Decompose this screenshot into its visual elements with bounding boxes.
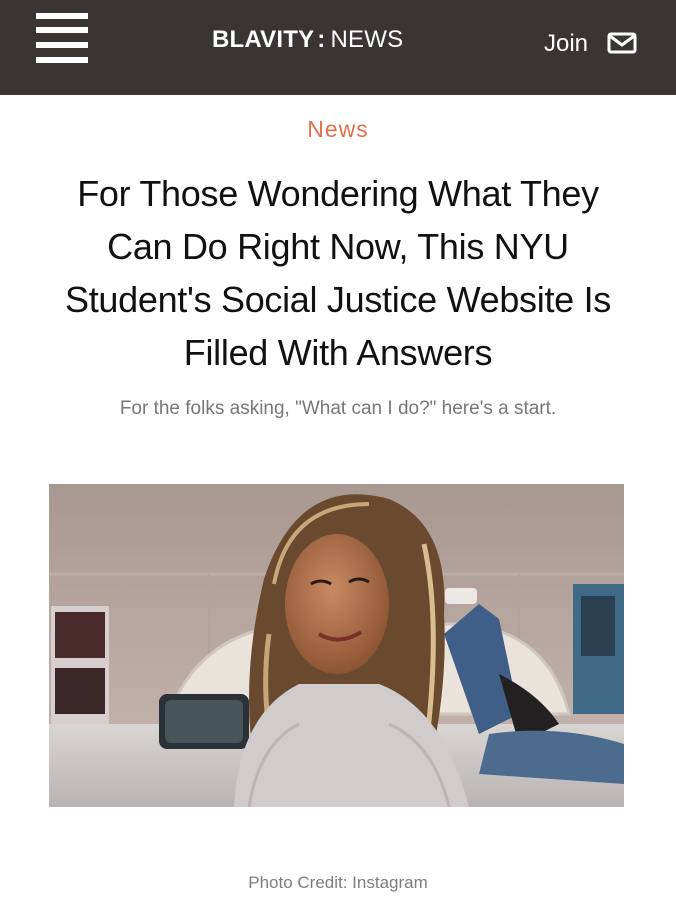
hero-photo-illustration [49,484,624,807]
article-category[interactable]: News [0,114,676,144]
logo-section: NEWS [330,26,404,53]
logo-brand: BLAVITY [212,26,315,53]
envelope-icon [607,32,637,54]
menu-bar-line [36,27,88,33]
article-hero-photo [49,484,624,807]
top-navigation-bar: BLAVITY: NEWS Join [0,0,676,95]
logo-separator: : [317,26,326,53]
hamburger-menu-icon[interactable] [36,12,88,64]
site-logo[interactable]: BLAVITY: NEWS [212,25,403,55]
article-headline: For Those Wondering What They Can Do Rig… [65,173,611,373]
article-subtitle: For the folks asking, "What can I do?" h… [119,398,557,419]
photo-credit: Photo Credit: Instagram [248,873,428,892]
menu-bar-line [36,13,88,19]
join-button[interactable]: Join [544,29,637,59]
menu-bar-line [36,42,88,48]
join-label: Join [544,30,589,57]
menu-bar-line [36,57,88,63]
